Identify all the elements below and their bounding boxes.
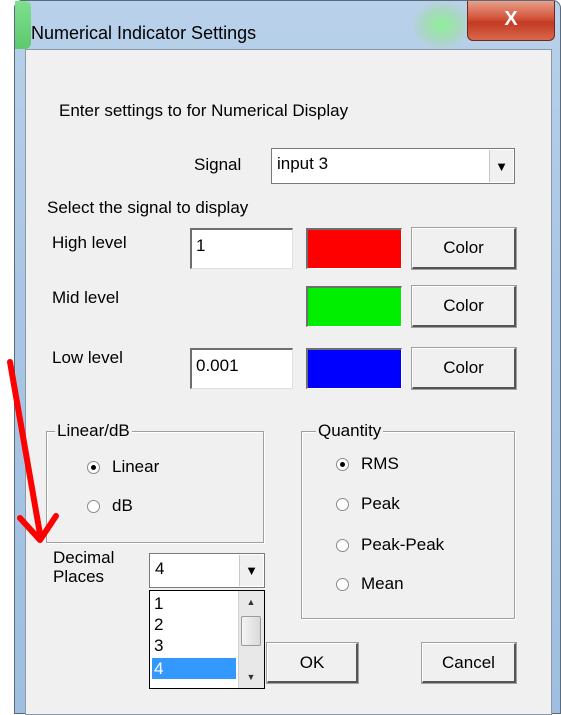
- low-level-input-value: 0.001: [196, 356, 239, 375]
- quantity-group: Quantity RMS Peak Peak-Peak Mean: [301, 421, 515, 619]
- decimal-places-listbox[interactable]: 1 2 3 4 ▲ ▼: [149, 590, 265, 689]
- linear-radio-option[interactable]: Linear: [87, 457, 159, 477]
- linear-radio-label: Linear: [112, 457, 160, 476]
- radio-unselected-icon[interactable]: [336, 538, 349, 552]
- dialog-window: Numerical Indicator Settings X Enter set…: [14, 0, 561, 715]
- radio-unselected-icon[interactable]: [336, 577, 349, 591]
- listbox-option[interactable]: 2: [152, 614, 236, 635]
- rms-radio-option[interactable]: RMS: [336, 454, 399, 474]
- radio-unselected-icon[interactable]: [87, 499, 100, 513]
- decimal-places-dropdown[interactable]: 4 ▼: [149, 553, 265, 588]
- radio-unselected-icon[interactable]: [336, 497, 349, 511]
- instruction-text: Enter settings to for Numerical Display: [59, 101, 349, 120]
- peak-peak-radio-label: Peak-Peak: [361, 535, 445, 554]
- rms-radio-label: RMS: [361, 454, 399, 473]
- low-level-color-button[interactable]: Color: [411, 347, 517, 390]
- signal-label: Signal: [194, 155, 242, 174]
- radio-selected-icon[interactable]: [87, 460, 100, 474]
- low-level-color-swatch: [306, 348, 402, 389]
- cancel-button[interactable]: Cancel: [421, 642, 517, 684]
- listbox-option-selected[interactable]: 4: [152, 658, 236, 679]
- signal-dropdown-value: input 3: [277, 154, 329, 173]
- db-radio-option[interactable]: dB: [87, 496, 133, 516]
- mid-level-color-button[interactable]: Color: [411, 285, 517, 328]
- listbox-scrollbar[interactable]: ▲ ▼: [238, 591, 264, 688]
- decimal-places-dropdown-value: 4: [155, 559, 165, 578]
- scroll-up-icon[interactable]: ▲: [241, 593, 261, 611]
- high-level-input-value: 1: [196, 236, 206, 255]
- annotation-arrow-icon: [7, 359, 59, 543]
- high-level-color-button[interactable]: Color: [411, 227, 517, 270]
- background-glow: [413, 1, 471, 49]
- mean-radio-option[interactable]: Mean: [336, 574, 404, 594]
- mean-radio-label: Mean: [361, 574, 404, 593]
- close-button[interactable]: X: [467, 1, 555, 41]
- high-level-color-swatch: [306, 228, 402, 269]
- scroll-down-icon[interactable]: ▼: [241, 668, 261, 686]
- mid-level-color-swatch: [306, 286, 402, 327]
- listbox-option[interactable]: 1: [152, 593, 236, 614]
- radio-selected-icon[interactable]: [336, 457, 349, 471]
- scroll-thumb[interactable]: [241, 616, 261, 646]
- listbox-option[interactable]: 3: [152, 635, 236, 656]
- peak-radio-option[interactable]: Peak: [336, 494, 400, 514]
- high-level-input[interactable]: 1: [190, 228, 293, 269]
- peak-peak-radio-option[interactable]: Peak-Peak: [336, 535, 444, 555]
- db-radio-label: dB: [112, 496, 133, 515]
- peak-radio-label: Peak: [361, 494, 400, 513]
- chevron-down-icon[interactable]: ▼: [239, 555, 263, 586]
- chevron-down-icon[interactable]: ▼: [489, 150, 513, 182]
- signal-dropdown[interactable]: input 3 ▼: [271, 148, 515, 184]
- ok-button[interactable]: OK: [266, 642, 359, 684]
- dialog-client-area: Enter settings to for Numerical Display …: [25, 49, 552, 715]
- quantity-legend: Quantity: [316, 421, 384, 441]
- low-level-input[interactable]: 0.001: [190, 348, 293, 389]
